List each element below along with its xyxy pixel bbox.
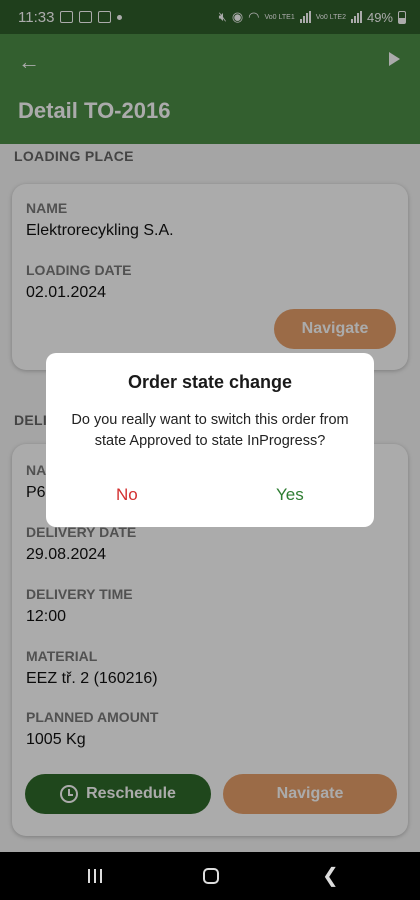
- no-button[interactable]: No: [116, 485, 138, 505]
- back-icon[interactable]: ❮: [322, 866, 339, 886]
- home-icon[interactable]: [203, 868, 219, 884]
- recent-apps-icon[interactable]: [88, 869, 102, 883]
- order-state-dialog: Order state change Do you really want to…: [46, 353, 374, 527]
- yes-button[interactable]: Yes: [276, 485, 304, 505]
- system-nav-bar: ❮: [0, 852, 420, 900]
- dialog-title: Order state change: [127, 372, 293, 392]
- dialog-message: Do you really want to switch this order …: [71, 412, 349, 449]
